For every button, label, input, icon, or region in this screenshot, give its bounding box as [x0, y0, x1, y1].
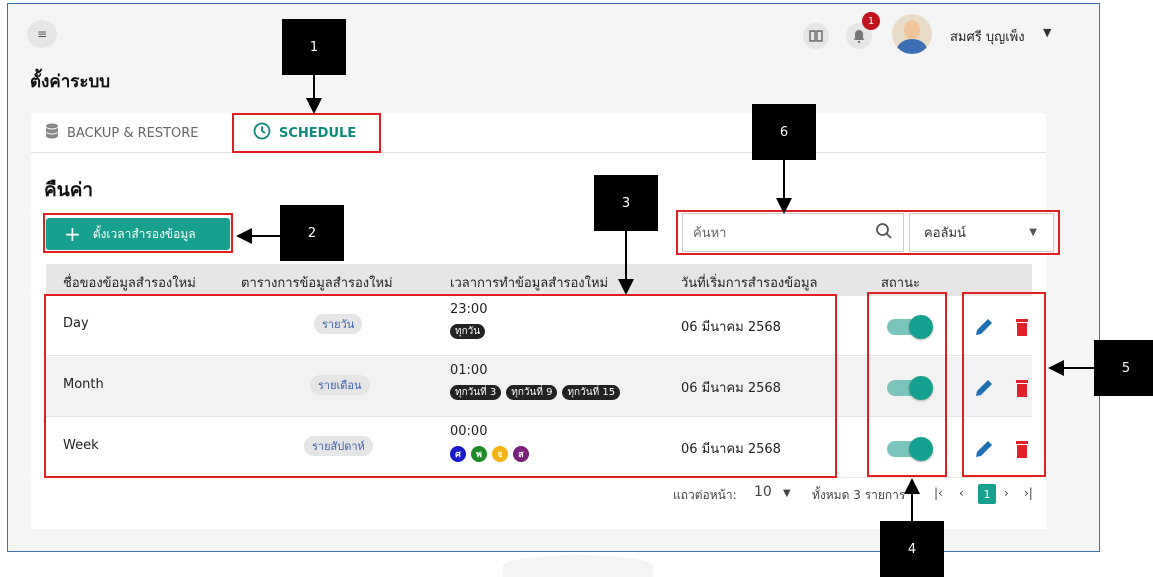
annotation-arrows — [236, 75, 1094, 521]
watermark-logo — [503, 555, 653, 577]
